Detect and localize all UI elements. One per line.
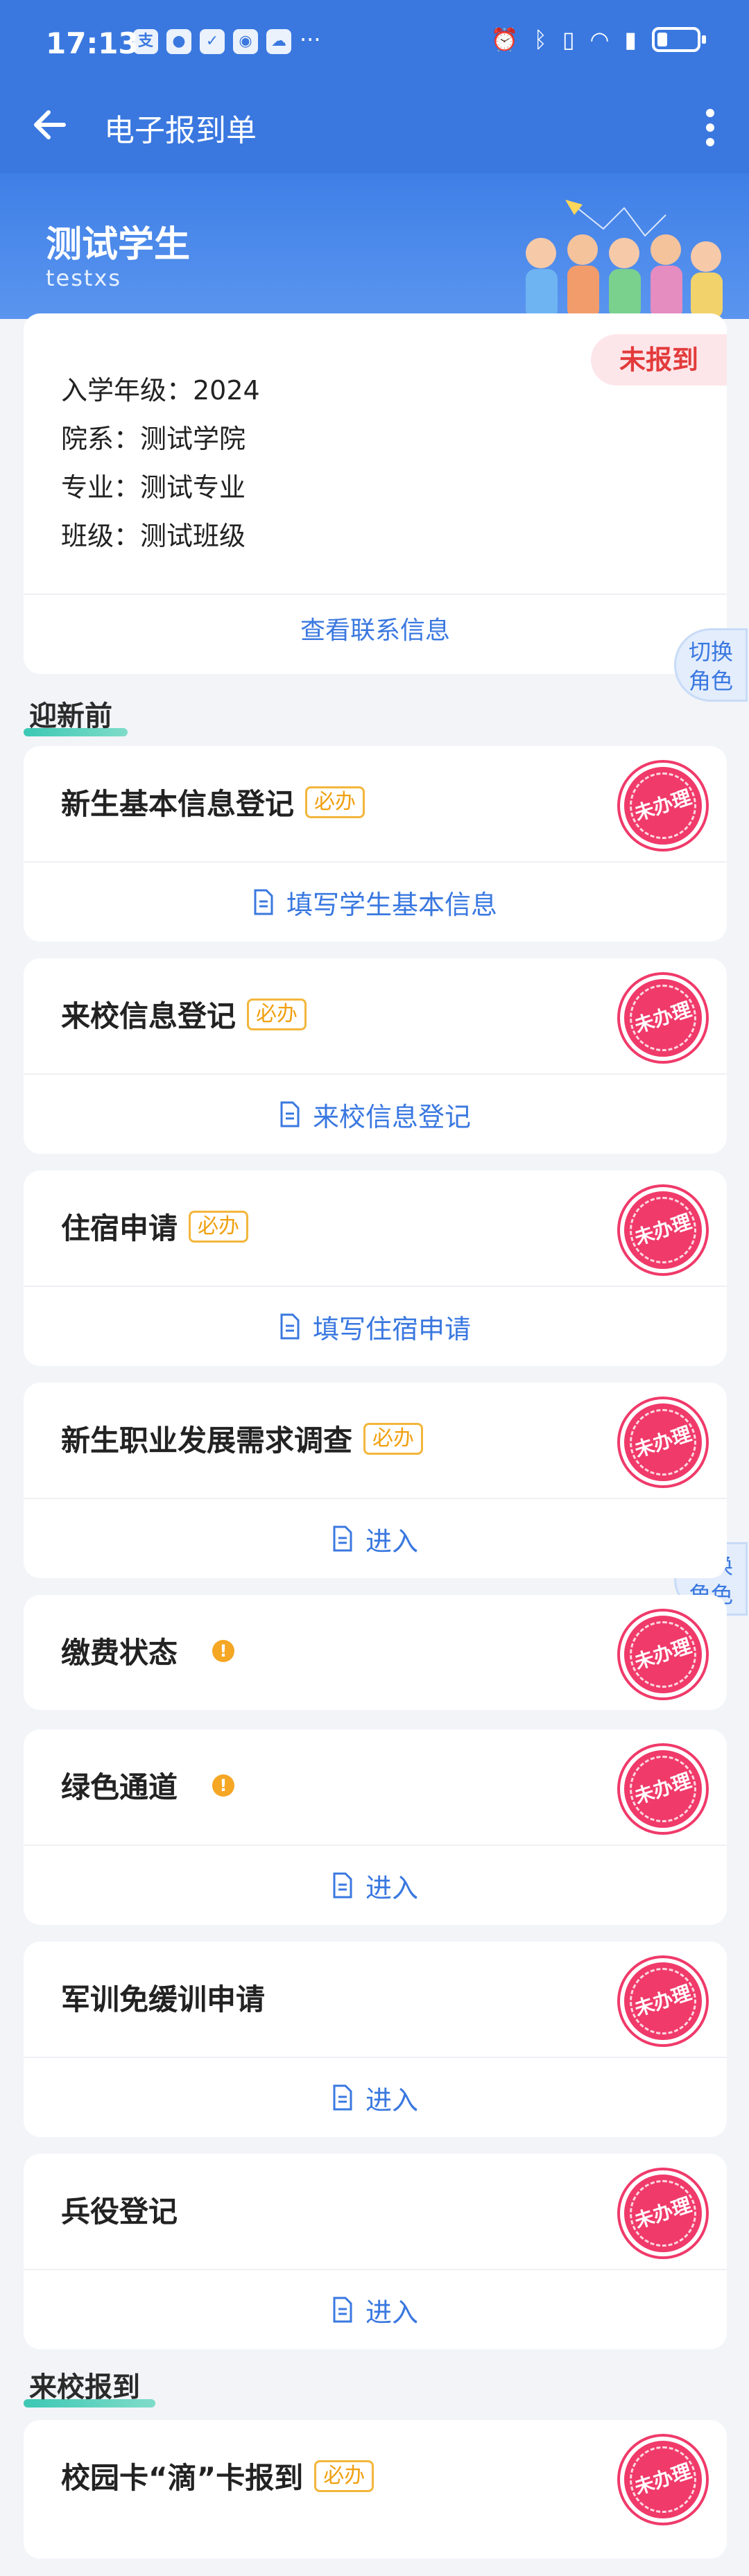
notification-icons: 支 ● ✓ ◉ ☁ ··· [133, 26, 321, 54]
switch-role-label: 切换 [688, 639, 733, 665]
task-card: 来校信息登记 必办 未办理 来校信息登记 [24, 958, 727, 1154]
document-icon [280, 1101, 300, 1127]
task-card[interactable]: 校园卡“滴”卡报到 必办 未办理 [24, 2420, 727, 2559]
document-icon [254, 889, 273, 915]
more-menu-icon[interactable] [696, 105, 724, 150]
not-processed-stamp: 未办理 [620, 1611, 706, 1697]
required-tag: 必办 [189, 1210, 249, 1243]
alarm-icon: ⏰ [490, 26, 519, 53]
task-app-icon: ✓ [200, 29, 225, 54]
document-icon [333, 1872, 352, 1899]
alipay-icon: 支 [133, 29, 158, 54]
task-title: 来校信息登记 [61, 999, 236, 1033]
navbar: 电子报到单 [0, 85, 749, 173]
task-action-label: 填写学生基本信息 [286, 889, 497, 920]
task-action-button[interactable]: 填写学生基本信息 [24, 861, 727, 942]
app-header: 17:13 支 ● ✓ ◉ ☁ ··· ⏰ ᛒ ▯ ◠ ▮ 电子报到单 [0, 0, 749, 173]
student-banner: 测试学生 testxs [0, 173, 749, 319]
more-notifications-icon: ··· [300, 26, 321, 53]
task-action-button[interactable]: 进入 [24, 2057, 727, 2137]
task-action-label: 进入 [365, 1872, 418, 1903]
not-processed-stamp: 未办理 [620, 2437, 706, 2523]
major: 专业：测试专业 [61, 472, 246, 503]
class: 班级：测试班级 [61, 521, 246, 551]
required-tag: 必办 [363, 1422, 424, 1455]
bluetooth-icon: ᛒ [533, 26, 547, 53]
task-title: 缴费状态 [61, 1636, 178, 1670]
system-icons: ⏰ ᛒ ▯ ◠ ▮ [490, 26, 706, 53]
task-title: 兵役登记 [61, 2195, 178, 2229]
required-tag: 必办 [305, 786, 365, 818]
document-icon [280, 1313, 300, 1340]
not-processed-stamp: 未办理 [620, 2170, 706, 2256]
not-processed-stamp: 未办理 [620, 1187, 706, 1273]
task-card: 绿色通道! 未办理 进入 [24, 1729, 727, 1925]
required-tag: 必办 [314, 2460, 374, 2492]
not-processed-stamp: 未办理 [620, 763, 706, 849]
student-id: testxs [46, 265, 122, 291]
document-icon [333, 2297, 352, 2323]
task-action-button[interactable]: 进入 [24, 1844, 727, 1925]
task-action-label: 进入 [365, 1525, 418, 1557]
not-processed-stamp: 未办理 [620, 1958, 706, 2044]
task-action-button[interactable]: 进入 [24, 1498, 727, 1578]
task-title: 校园卡“滴”卡报到 [61, 2461, 304, 2495]
warning-icon: ! [212, 1774, 235, 1797]
student-info-card: 未报到 入学年级：2024 院系：测试学院 专业：测试专业 班级：测试班级 查看… [24, 313, 727, 674]
task-title: 军训免缓训申请 [61, 1982, 266, 2016]
task-action-button[interactable]: 进入 [24, 2269, 727, 2349]
not-processed-stamp: 未办理 [620, 1399, 706, 1485]
section-title-arrival: 来校报到 [24, 2365, 155, 2408]
task-card: 新生基本信息登记 必办 未办理 填写学生基本信息 [24, 746, 727, 942]
task-card[interactable]: 缴费状态! 未办理 [24, 1595, 727, 1710]
status-bar: 17:13 支 ● ✓ ◉ ☁ ··· ⏰ ᛒ ▯ ◠ ▮ [0, 0, 749, 85]
task-title: 住宿申请 [61, 1211, 178, 1245]
not-processed-stamp: 未办理 [620, 975, 706, 1061]
task-card: 新生职业发展需求调查 必办 未办理 进入 [24, 1383, 727, 1578]
view-contact-info-link[interactable]: 查看联系信息 [24, 594, 727, 674]
task-action-button[interactable]: 来校信息登记 [24, 1073, 727, 1154]
status-badge: 未报到 [591, 334, 727, 386]
department: 院系：测试学院 [61, 424, 246, 454]
not-processed-stamp: 未办理 [620, 1746, 706, 1832]
task-action-label: 进入 [365, 2297, 418, 2328]
document-icon [333, 2084, 352, 2111]
switch-role-button[interactable]: 切换 角色 [674, 628, 748, 702]
wifi-icon: ◠ [589, 26, 610, 53]
task-action-label: 来校信息登记 [312, 1101, 471, 1132]
task-title: 新生职业发展需求调查 [61, 1424, 353, 1458]
status-time: 17:13 [46, 26, 139, 60]
task-action-label: 进入 [365, 2084, 418, 2116]
task-card: 军训免缓训申请 未办理 进入 [24, 1942, 727, 2137]
switch-role-label: 角色 [688, 668, 733, 694]
task-card: 兵役登记 未办理 进入 [24, 2154, 727, 2349]
section-title-pre-enrollment: 迎新前 [24, 693, 128, 736]
cloud-icon: ☁ [266, 29, 291, 54]
battery-icon [652, 27, 706, 52]
task-title: 新生基本信息登记 [61, 787, 295, 821]
task-title: 绿色通道 [61, 1770, 178, 1804]
message-icon: ● [166, 29, 191, 54]
required-tag: 必办 [247, 998, 307, 1030]
signal-icon: ▮ [624, 26, 637, 53]
task-action-button[interactable]: 填写住宿申请 [24, 1286, 727, 1366]
task-card: 住宿申请 必办 未办理 填写住宿申请 [24, 1170, 727, 1366]
students-illustration-icon [526, 200, 723, 319]
student-name: 测试学生 [46, 224, 191, 266]
vibrate-icon: ▯ [562, 26, 575, 53]
back-arrow-icon[interactable] [28, 103, 72, 147]
warning-icon: ! [212, 1639, 235, 1662]
page-title: 电子报到单 [104, 113, 257, 148]
enrollment-year: 入学年级：2024 [61, 375, 260, 406]
task-action-label: 填写住宿申请 [312, 1313, 471, 1345]
browser-icon: ◉ [233, 29, 258, 54]
document-icon [333, 1525, 352, 1552]
